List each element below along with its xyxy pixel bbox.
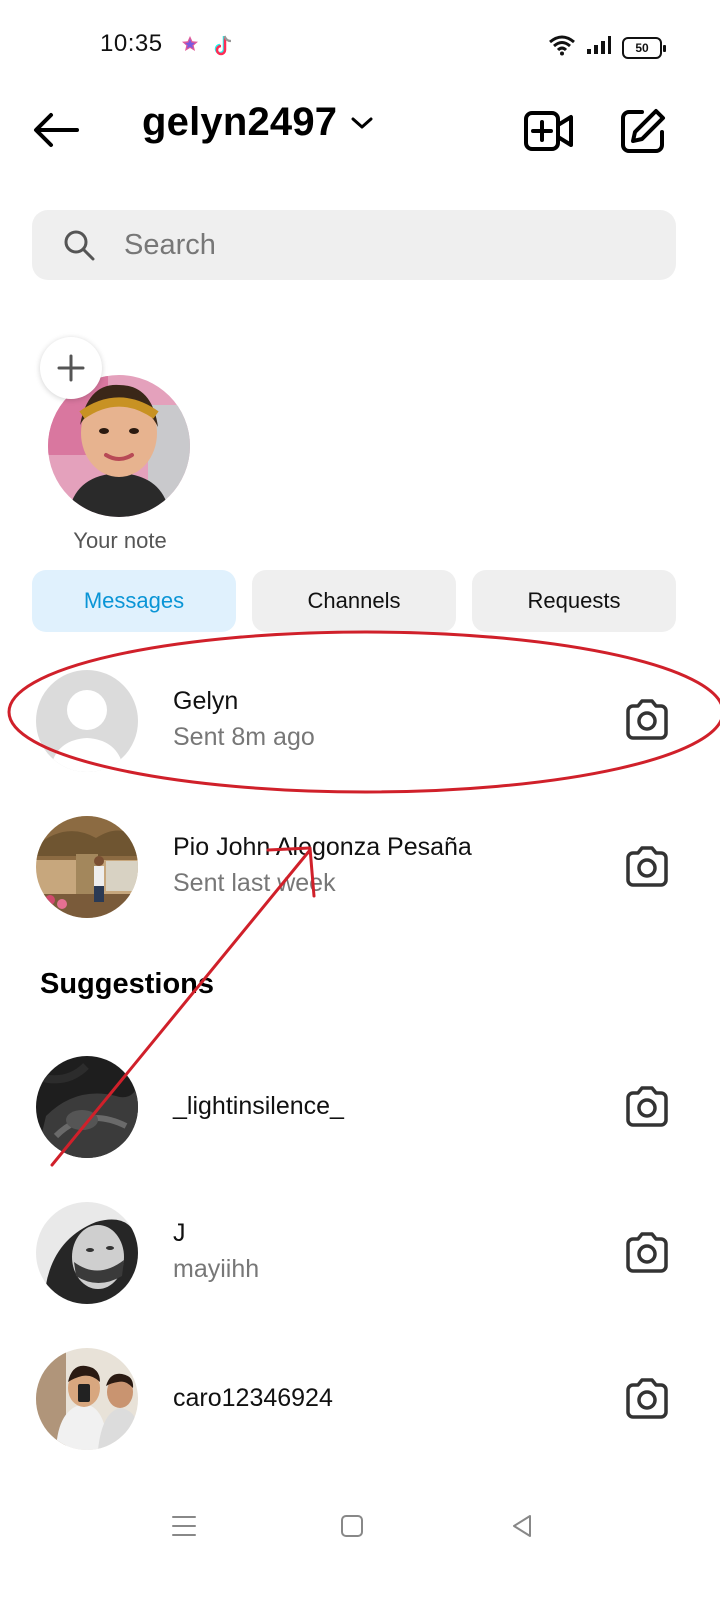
plus-icon	[57, 354, 85, 382]
account-name: gelyn2497	[142, 100, 338, 144]
avatar	[36, 1202, 138, 1304]
new-message-button[interactable]	[614, 102, 672, 160]
edit-icon	[621, 109, 665, 153]
camera-icon	[626, 1232, 668, 1273]
back-button[interactable]	[28, 104, 84, 156]
recents-button[interactable]	[164, 1506, 204, 1546]
profile-photo	[36, 816, 138, 918]
tab-requests[interactable]: Requests	[472, 570, 676, 632]
avatar	[36, 670, 138, 772]
new-video-call-button[interactable]	[520, 102, 578, 160]
account-switcher[interactable]: gelyn2497	[142, 100, 373, 145]
suggestion-name: J	[173, 1219, 186, 1247]
search-input[interactable]	[124, 228, 624, 262]
camera-icon	[626, 846, 668, 887]
search-bar[interactable]	[32, 210, 676, 280]
suggestion-name: caro12346924	[173, 1384, 333, 1412]
wifi-icon	[548, 34, 576, 61]
home-button[interactable]	[332, 1506, 372, 1546]
suggestion-username: mayiihh	[173, 1255, 260, 1283]
conversation-name: Pio John Alegonza Pesaña	[173, 833, 472, 861]
conversation-row[interactable]: Gelyn Sent 8m ago	[0, 660, 720, 780]
tab-messages[interactable]: Messages	[32, 570, 236, 632]
menu-icon	[172, 1516, 196, 1536]
camera-button[interactable]	[620, 1372, 674, 1426]
suggestion-row[interactable]: _lightinsilence_	[0, 1046, 720, 1166]
system-navigation-bar	[0, 1490, 720, 1560]
signal-icon	[586, 35, 612, 60]
conversation-status: Sent 8m ago	[173, 723, 315, 751]
avatar	[36, 1348, 138, 1450]
camera-button[interactable]	[620, 693, 674, 747]
default-avatar-icon	[36, 670, 138, 772]
triangle-back-icon	[513, 1515, 531, 1537]
avatar	[36, 1056, 138, 1158]
suggestion-row[interactable]: J mayiihh	[0, 1192, 720, 1312]
suggestion-name: _lightinsilence_	[173, 1092, 344, 1120]
tiktok-icon	[212, 34, 234, 63]
camera-icon	[626, 1378, 668, 1419]
camera-button[interactable]	[620, 1226, 674, 1280]
add-note-button[interactable]	[40, 337, 102, 399]
header: gelyn2497	[0, 96, 720, 166]
inbox-tabs: Messages Channels Requests	[32, 570, 676, 632]
camera-icon	[626, 699, 668, 740]
status-time: 10:35	[100, 30, 163, 57]
back-nav-button[interactable]	[502, 1506, 542, 1546]
arrow-left-icon	[34, 113, 79, 147]
camera-icon	[626, 1086, 668, 1127]
camera-button[interactable]	[620, 1080, 674, 1134]
star-app-icon	[180, 34, 200, 59]
note-label: Your note	[73, 528, 167, 553]
battery-indicator: 50	[622, 36, 666, 59]
conversation-row[interactable]: Pio John Alegonza Pesaña Sent last week	[0, 806, 720, 926]
suggestions-heading: Suggestions	[40, 968, 215, 1000]
tab-channels[interactable]: Channels	[252, 570, 456, 632]
profile-photo	[36, 1056, 138, 1158]
status-indicators: 50	[548, 34, 666, 61]
avatar	[36, 816, 138, 918]
conversation-status: Sent last week	[173, 869, 336, 897]
profile-photo	[36, 1348, 138, 1450]
your-note: Your note	[30, 335, 230, 565]
conversation-name: Gelyn	[173, 687, 239, 715]
status-bar: 10:35 50	[0, 0, 720, 96]
chevron-down-icon	[351, 117, 373, 128]
suggestion-row[interactable]: caro12346924	[0, 1338, 720, 1458]
square-icon	[341, 1515, 363, 1537]
camera-button[interactable]	[620, 840, 674, 894]
profile-photo	[36, 1202, 138, 1304]
video-add-icon	[524, 111, 573, 151]
search-icon	[62, 228, 96, 262]
